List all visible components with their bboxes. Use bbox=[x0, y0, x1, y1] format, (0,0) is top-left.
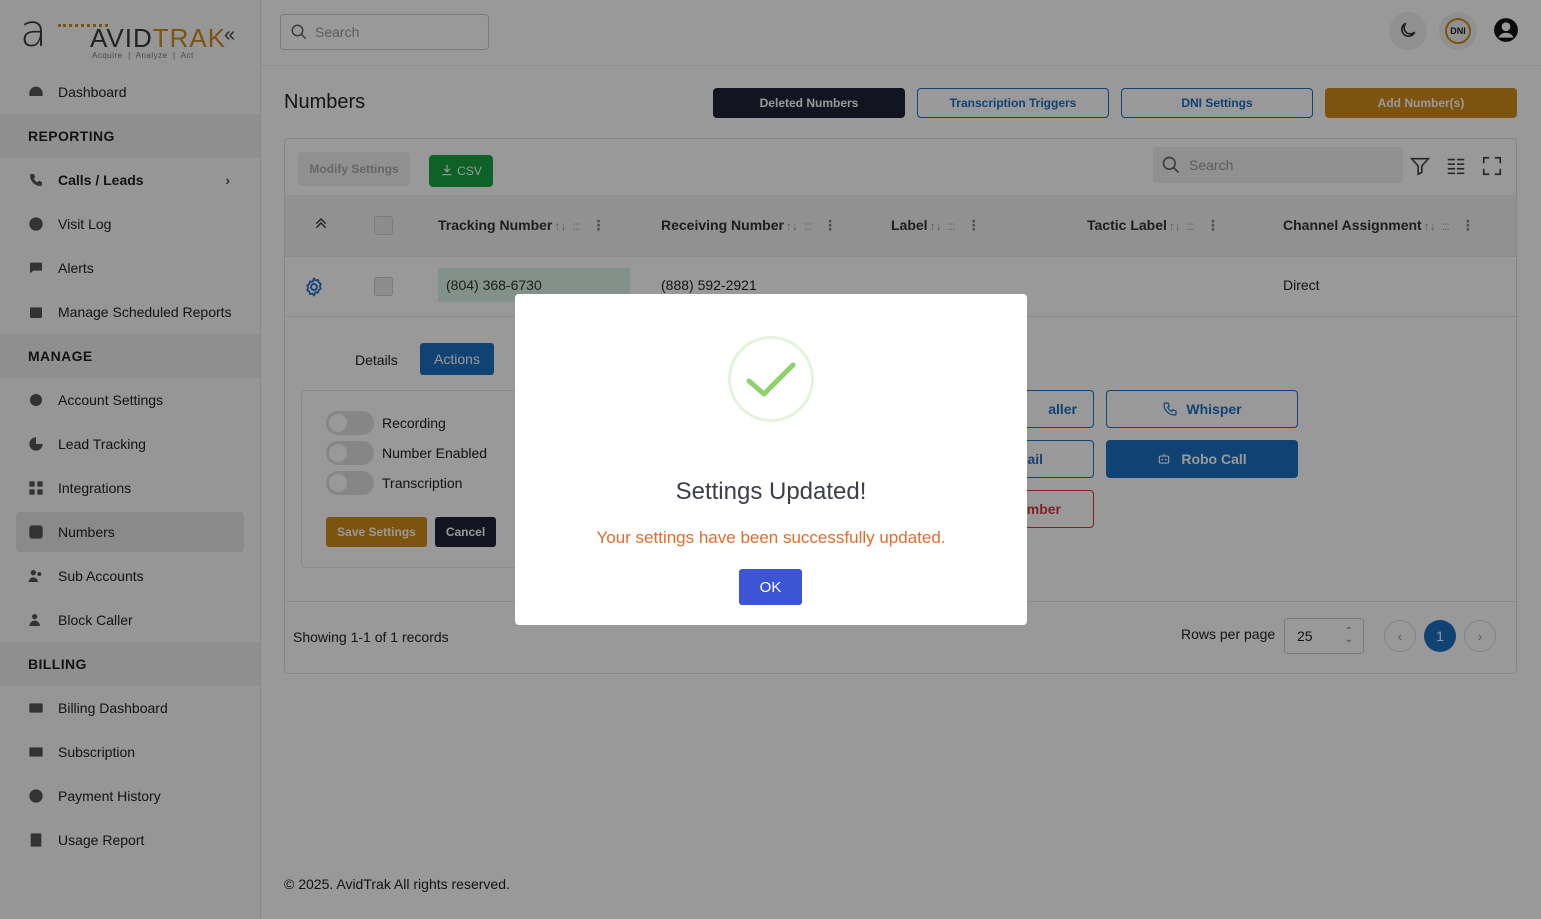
settings-updated-dialog: Settings Updated! Your settings have bee… bbox=[515, 294, 1027, 625]
success-check-icon bbox=[728, 336, 814, 422]
dialog-message: Your settings have been successfully upd… bbox=[596, 528, 946, 547]
dialog-title: Settings Updated! bbox=[675, 478, 867, 505]
ok-button[interactable]: OK bbox=[739, 569, 802, 605]
